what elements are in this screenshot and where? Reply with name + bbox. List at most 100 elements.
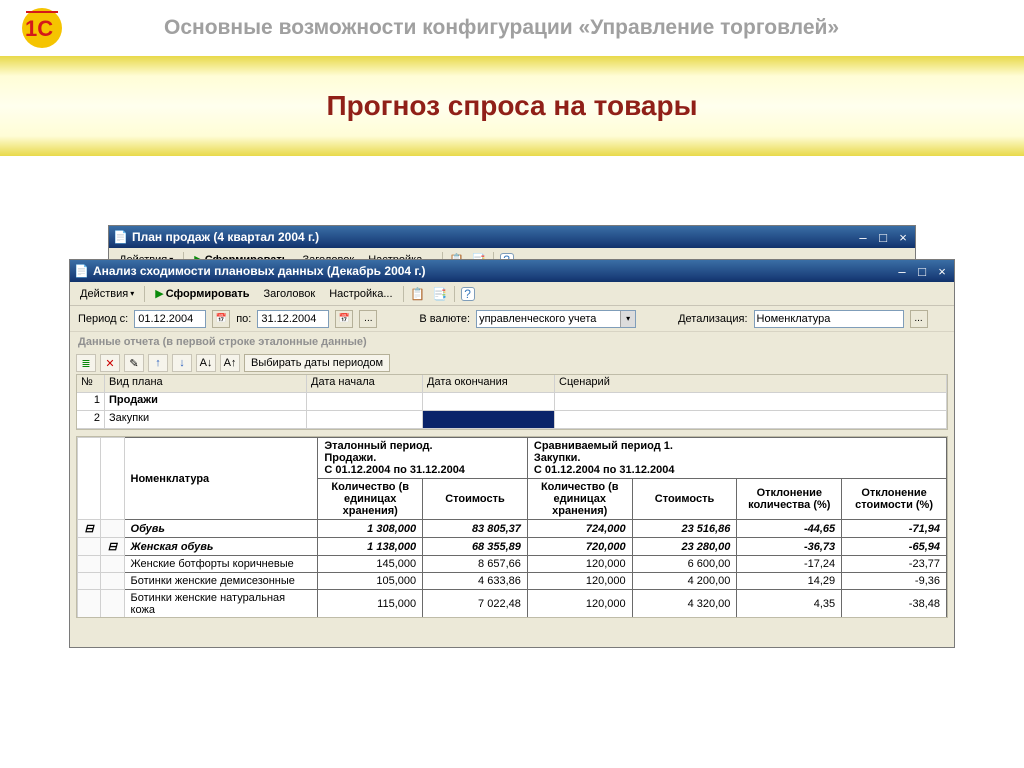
detail-select-button[interactable]: ... bbox=[910, 310, 928, 328]
tree-toggle-icon bbox=[78, 573, 101, 590]
table-row[interactable]: Ботинки женские демисезонные105,0004 633… bbox=[78, 573, 947, 590]
logo-1c-icon: 1С bbox=[20, 6, 64, 50]
table-row[interactable]: 2 Закупки bbox=[77, 411, 947, 429]
group-reference: Эталонный период. Продажи. С 01.12.2004 … bbox=[318, 438, 528, 479]
cell-cost2: 23 280,00 bbox=[632, 538, 737, 556]
cell-devq: -44,65 bbox=[737, 520, 842, 538]
slide-header: 1С Основные возможности конфигурации «Уп… bbox=[0, 0, 1024, 56]
cell-cost1: 8 657,66 bbox=[423, 556, 528, 573]
cell-qty2: 720,000 bbox=[527, 538, 632, 556]
cell-qty1: 1 138,000 bbox=[318, 538, 423, 556]
detail-value: Номенклатура bbox=[757, 313, 831, 325]
cell-cost1: 68 355,89 bbox=[423, 538, 528, 556]
cell-cost2: 6 600,00 bbox=[632, 556, 737, 573]
delete-row-icon[interactable]: ✕ bbox=[100, 354, 120, 372]
period-select-button[interactable]: ... bbox=[359, 310, 377, 328]
tree-toggle-icon bbox=[101, 520, 124, 538]
cell-devc: -65,94 bbox=[842, 538, 947, 556]
front-window: 📄 Анализ сходимости плановых данных (Дек… bbox=[69, 259, 955, 648]
cell-devc: -71,94 bbox=[842, 520, 947, 538]
tree-toggle-icon[interactable]: ⊟ bbox=[101, 538, 124, 556]
tree-toggle-icon bbox=[101, 573, 124, 590]
calendar-icon[interactable]: 📅 bbox=[212, 310, 230, 328]
col-scenario: Сценарий bbox=[555, 375, 947, 393]
cell-cost2: 4 200,00 bbox=[632, 573, 737, 590]
calendar-icon[interactable]: 📅 bbox=[335, 310, 353, 328]
currency-value: управленческого учета bbox=[479, 313, 596, 325]
document-icon: 📄 bbox=[113, 230, 127, 244]
document-icon: 📄 bbox=[74, 264, 88, 278]
cell-qty2: 120,000 bbox=[527, 556, 632, 573]
restore-icon[interactable]: 📑 bbox=[432, 286, 448, 302]
tree-toggle-icon bbox=[78, 590, 101, 619]
actions-menu[interactable]: Действия ▾ bbox=[76, 286, 138, 302]
cell-devq: 4,35 bbox=[737, 590, 842, 619]
close-icon[interactable]: × bbox=[934, 264, 950, 278]
section-label: Данные отчета (в первой строке эталонные… bbox=[70, 332, 954, 352]
col-nomenclature: Номенклатура bbox=[124, 438, 318, 520]
cell-qty2: 724,000 bbox=[527, 520, 632, 538]
cell-devc: -23,77 bbox=[842, 556, 947, 573]
cell-devq: -17,24 bbox=[737, 556, 842, 573]
table-row[interactable]: ⊟Обувь1 308,00083 805,37724,00023 516,86… bbox=[78, 520, 947, 538]
cell-cost1: 7 022,48 bbox=[423, 590, 528, 619]
col-cost1: Стоимость bbox=[423, 479, 528, 520]
tree-toggle-icon bbox=[78, 538, 101, 556]
tree-toggle-icon[interactable]: ⊟ bbox=[78, 520, 101, 538]
move-down-icon[interactable]: ↓ bbox=[172, 354, 192, 372]
currency-combo[interactable]: управленческого учета ▾ bbox=[476, 310, 636, 328]
cell-qty1: 115,000 bbox=[318, 590, 423, 619]
cell-name: Ботинки женские натуральная кожа bbox=[124, 590, 318, 619]
params-row: Период с: 📅 по: 📅 ... В валюте: управлен… bbox=[70, 306, 954, 332]
header-button[interactable]: Заголовок bbox=[259, 286, 319, 302]
report-area[interactable]: Номенклатура Эталонный период. Продажи. … bbox=[76, 436, 948, 618]
col-qty2: Количество (в единицах хранения) bbox=[527, 479, 632, 520]
table-row[interactable]: ⊟Женская обувь1 138,00068 355,89720,0002… bbox=[78, 538, 947, 556]
maximize-icon[interactable]: □ bbox=[914, 264, 930, 278]
maximize-icon[interactable]: □ bbox=[875, 230, 891, 244]
cell-cost2: 4 320,00 bbox=[632, 590, 737, 619]
selected-cell[interactable] bbox=[423, 411, 555, 429]
period-from-label: Период с: bbox=[78, 313, 128, 325]
edit-row-icon[interactable]: ✎ bbox=[124, 354, 144, 372]
table-row[interactable]: 1 Продажи bbox=[77, 393, 947, 411]
cell-devq: 14,29 bbox=[737, 573, 842, 590]
sort-desc-icon[interactable]: A↑ bbox=[220, 354, 240, 372]
tree-toggle-icon bbox=[78, 556, 101, 573]
add-row-icon[interactable]: ≣ bbox=[76, 354, 96, 372]
detail-combo[interactable]: Номенклатура bbox=[754, 310, 904, 328]
cell-devq: -36,73 bbox=[737, 538, 842, 556]
close-icon[interactable]: × bbox=[895, 230, 911, 244]
col-type: Вид плана bbox=[105, 375, 307, 393]
cell-name: Женские ботфорты коричневые bbox=[124, 556, 318, 573]
period-to-input[interactable] bbox=[257, 310, 329, 328]
back-titlebar: 📄 План продаж (4 квартал 2004 г.) – □ × bbox=[109, 226, 915, 248]
tree-toggle-icon bbox=[101, 590, 124, 619]
front-toolbar: Действия ▾ ▶ Сформировать Заголовок Наст… bbox=[70, 282, 954, 306]
form-button[interactable]: ▶ Сформировать bbox=[151, 285, 253, 302]
back-window-title: План продаж (4 квартал 2004 г.) bbox=[132, 230, 855, 244]
sort-asc-icon[interactable]: A↓ bbox=[196, 354, 216, 372]
cell-cost1: 83 805,37 bbox=[423, 520, 528, 538]
report-table: Номенклатура Эталонный период. Продажи. … bbox=[77, 437, 947, 618]
slide-subtitle: Основные возможности конфигурации «Управ… bbox=[164, 16, 839, 40]
cell-devc: -38,48 bbox=[842, 590, 947, 619]
period-to-label: по: bbox=[236, 313, 251, 325]
cell-name: Женская обувь bbox=[124, 538, 318, 556]
period-from-input[interactable] bbox=[134, 310, 206, 328]
help-icon[interactable]: ? bbox=[461, 287, 475, 301]
period-toggle-button[interactable]: Выбирать даты периодом bbox=[244, 354, 390, 372]
move-up-icon[interactable]: ↑ bbox=[148, 354, 168, 372]
settings-button[interactable]: Настройка... bbox=[325, 286, 396, 302]
cell-cost1: 4 633,86 bbox=[423, 573, 528, 590]
table-icon[interactable]: 📋 bbox=[410, 286, 426, 302]
minimize-icon[interactable]: – bbox=[855, 230, 871, 244]
col-num: № bbox=[77, 375, 105, 393]
table-row[interactable]: Женские ботфорты коричневые145,0008 657,… bbox=[78, 556, 947, 573]
minimize-icon[interactable]: – bbox=[894, 264, 910, 278]
front-window-title: Анализ сходимости плановых данных (Декаб… bbox=[93, 264, 894, 278]
chevron-down-icon[interactable]: ▾ bbox=[620, 311, 635, 327]
table-row[interactable]: Ботинки женские натуральная кожа115,0007… bbox=[78, 590, 947, 619]
tree-toggle-icon bbox=[101, 556, 124, 573]
cell-qty2: 120,000 bbox=[527, 590, 632, 619]
